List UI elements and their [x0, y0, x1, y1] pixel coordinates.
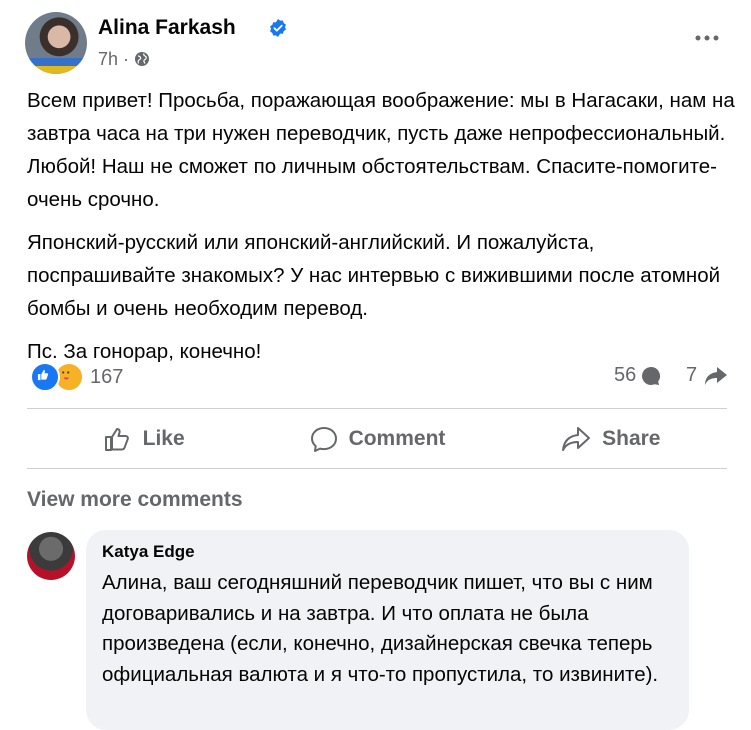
share-button[interactable]: Share	[494, 412, 727, 466]
divider-bottom	[27, 468, 727, 469]
author-name[interactable]: Alina Farkash	[98, 15, 236, 41]
comment-bubble: Katya Edge Алина, ваш сегодняшний перево…	[86, 530, 689, 730]
shares-count: 7	[686, 364, 698, 386]
post-actions-bar: Like Comment Share	[27, 412, 727, 466]
like-button[interactable]: Like	[27, 412, 260, 466]
like-label: Like	[142, 427, 185, 450]
post-time[interactable]: 7h	[98, 48, 118, 70]
reactions-summary[interactable]: 167	[30, 362, 123, 392]
meta-separator: ·	[123, 49, 130, 69]
comment-bubble-icon	[310, 427, 337, 452]
comment-button[interactable]: Comment	[260, 412, 493, 466]
post-paragraph: Японский-русский или японский-английский…	[27, 231, 721, 320]
post-header: Alina Farkash 7h ·	[25, 12, 725, 74]
post-paragraph: Всем привет! Просьба, поражающая воображ…	[27, 89, 735, 211]
comment-label: Comment	[348, 427, 446, 450]
comments-count-link[interactable]: 56	[614, 364, 662, 387]
post-meta: 7h ·	[98, 48, 150, 70]
comment-author[interactable]: Katya Edge	[102, 542, 195, 562]
comment-text: Алина, ваш сегодняшний переводчик пишет,…	[102, 571, 659, 686]
divider-top	[27, 408, 727, 409]
view-more-comments-link[interactable]: View more comments	[27, 488, 243, 512]
like-reaction-icon	[30, 362, 60, 392]
facebook-post: Alina Farkash 7h · Всем привет! Просьба,…	[0, 0, 751, 730]
reactions-count: 167	[90, 365, 124, 388]
globe-icon[interactable]	[134, 51, 150, 67]
commenter-avatar[interactable]	[27, 532, 75, 580]
share-count-icon	[705, 366, 728, 385]
shares-count-link[interactable]: 7	[686, 364, 729, 387]
thumbs-up-icon	[104, 428, 129, 451]
comment-count-icon	[642, 366, 661, 385]
post-body: Всем привет! Просьба, поражающая воображ…	[27, 84, 737, 378]
author-avatar[interactable]	[25, 12, 87, 74]
comments-count: 56	[614, 364, 637, 386]
more-options-icon[interactable]	[689, 26, 725, 50]
share-arrow-icon	[562, 427, 591, 451]
avatar-flag-overlay	[25, 58, 87, 74]
share-label: Share	[602, 427, 661, 450]
verified-badge-icon	[270, 19, 286, 37]
